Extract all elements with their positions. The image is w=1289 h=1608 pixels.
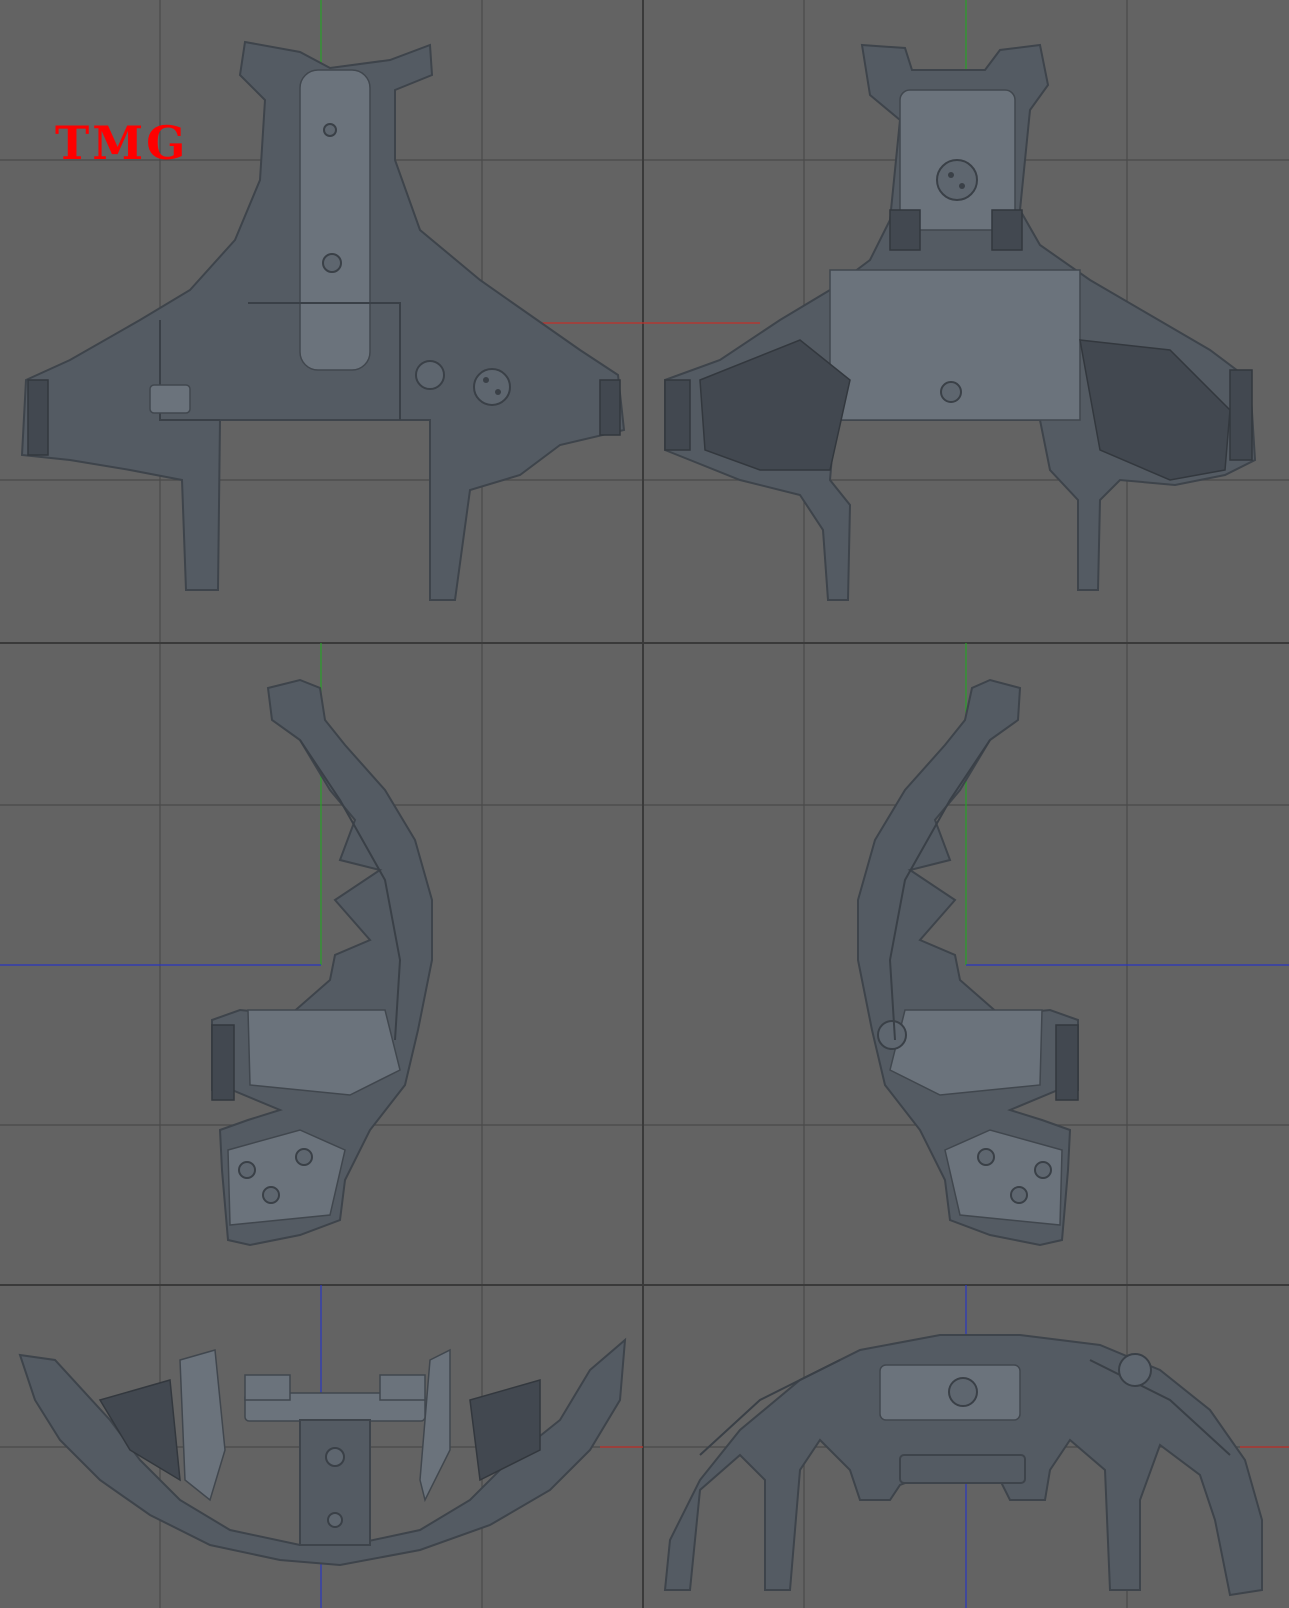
model-view-left[interactable] <box>211 678 433 1247</box>
model-view-back[interactable] <box>663 1334 1263 1597</box>
viewport-grid[interactable]: TMG <box>0 0 1289 1608</box>
viewport-canvas[interactable] <box>0 0 1289 1608</box>
model-view-front[interactable] <box>18 1337 627 1567</box>
model-view-right[interactable] <box>857 678 1079 1247</box>
watermark-text: TMG <box>55 116 189 170</box>
